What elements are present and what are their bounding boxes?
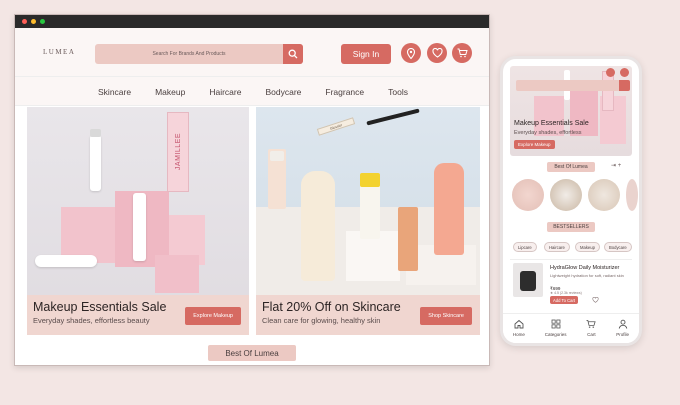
- close-window-dot[interactable]: [22, 19, 27, 24]
- mobile-bestsellers-heading: BESTSELLERS: [547, 222, 595, 232]
- minimize-window-dot[interactable]: [31, 19, 36, 24]
- jamillee-box-label: JAMILLEE: [174, 133, 182, 171]
- nav-item-bodycare[interactable]: Bodycare: [253, 77, 313, 105]
- mobile-search-icon[interactable]: [619, 80, 630, 91]
- add-to-cart-button[interactable]: Add To Cart: [550, 296, 579, 304]
- mobile-hero-subtitle: Everyday shades, effortless: [514, 130, 582, 136]
- category-nav: Skincare Makeup Haircare Bodycare Fragra…: [15, 76, 489, 106]
- mobile-search-bar[interactable]: [516, 80, 620, 91]
- logo[interactable]: LUMEA: [43, 48, 95, 56]
- mobile-category-circle[interactable]: [626, 179, 638, 211]
- wishlist-button[interactable]: [427, 43, 447, 63]
- maximize-window-dot[interactable]: [40, 19, 45, 24]
- mobile-best-of-heading: Best Of Lumea: [547, 162, 595, 172]
- skincare-banner-caption: Flat 20% Off on Skincare Clean care for …: [256, 295, 480, 335]
- tab-categories[interactable]: Categories: [545, 319, 567, 337]
- search-icon: [288, 49, 298, 59]
- best-of-lumea-heading: Best Of Lumea: [208, 345, 296, 361]
- mobile-carousel-arrows[interactable]: ⇥ +: [611, 162, 621, 169]
- tab-cart[interactable]: Cart: [586, 319, 597, 337]
- sign-in-button[interactable]: Sign In: [341, 44, 391, 64]
- mobile-tab-bar: Home Categories Cart Profile: [503, 313, 639, 343]
- mobile-location-icon[interactable]: [606, 68, 615, 77]
- chip-makeup[interactable]: Makeup: [575, 242, 600, 252]
- nav-item-makeup[interactable]: Makeup: [143, 77, 197, 105]
- tab-label: Home: [512, 332, 525, 337]
- mobile-phone-mockup: Makeup Essentials Sale Everyday shades, …: [500, 56, 642, 346]
- heart-icon: [431, 48, 443, 58]
- mobile-product-card[interactable]: HydraGlow Daily Moisturizer Lightweight …: [510, 259, 632, 307]
- explore-makeup-button[interactable]: Explore Makeup: [185, 307, 241, 325]
- product-name: HydraGlow Daily Moisturizer: [550, 265, 620, 271]
- search-input[interactable]: Search For Brands And Products: [95, 51, 283, 57]
- makeup-banner-caption: Makeup Essentials Sale Everyday shades, …: [27, 295, 249, 335]
- tab-home[interactable]: Home: [513, 319, 525, 337]
- tab-label: Profile: [616, 332, 630, 337]
- mobile-category-circle[interactable]: [588, 179, 620, 211]
- mobile-explore-makeup-button[interactable]: Explore Makeup: [514, 140, 555, 149]
- chip-lipcare[interactable]: Lipcare: [513, 242, 537, 252]
- makeup-banner[interactable]: JAMILLEE Makeup Essentials Sale Everyday…: [27, 107, 249, 335]
- search-button[interactable]: [283, 44, 303, 64]
- mobile-heart-icon[interactable]: [620, 68, 629, 77]
- mobile-category-circle[interactable]: [512, 179, 544, 211]
- mobile-hero-title: Makeup Essentials Sale: [514, 120, 589, 127]
- cart-icon: [457, 48, 468, 58]
- tab-label: Cart: [587, 332, 596, 337]
- tab-label: Categories: [544, 332, 567, 337]
- nav-item-fragrance[interactable]: Fragrance: [313, 77, 376, 105]
- shop-skincare-button[interactable]: Shop Skincare: [420, 307, 472, 325]
- browser-titlebar: [15, 15, 489, 28]
- chip-bodycare[interactable]: Bodycare: [604, 242, 632, 252]
- nav-item-skincare[interactable]: Skincare: [86, 77, 143, 105]
- nav-item-tools[interactable]: Tools: [376, 77, 420, 105]
- heart-icon[interactable]: [592, 297, 599, 303]
- glossier-tube-label: Glossier: [329, 122, 343, 131]
- cart-icon: [586, 319, 597, 328]
- user-icon: [618, 319, 627, 329]
- chip-haircare[interactable]: Haircare: [544, 242, 570, 252]
- product-thumbnail: [513, 263, 543, 297]
- nav-item-haircare[interactable]: Haircare: [197, 77, 253, 105]
- cart-button[interactable]: [452, 43, 472, 63]
- mobile-category-circle[interactable]: [550, 179, 582, 211]
- product-description: Lightweight hydration for soft, radiant …: [550, 273, 624, 278]
- location-pin-icon: [406, 47, 416, 59]
- search-bar[interactable]: Search For Brands And Products: [95, 44, 303, 64]
- grid-icon: [551, 319, 561, 329]
- skincare-banner[interactable]: Glossier Flat 20% Off on Skincare Clean …: [256, 107, 480, 335]
- location-button[interactable]: [401, 43, 421, 63]
- tab-profile[interactable]: Profile: [616, 319, 629, 337]
- home-icon: [514, 319, 524, 329]
- mobile-hero-banner[interactable]: Makeup Essentials Sale Everyday shades, …: [510, 66, 632, 156]
- product-rating: ★ 4.5 (2.3k reviews): [550, 291, 582, 295]
- desktop-browser-window: LUMEA Search For Brands And Products Sig…: [14, 14, 490, 366]
